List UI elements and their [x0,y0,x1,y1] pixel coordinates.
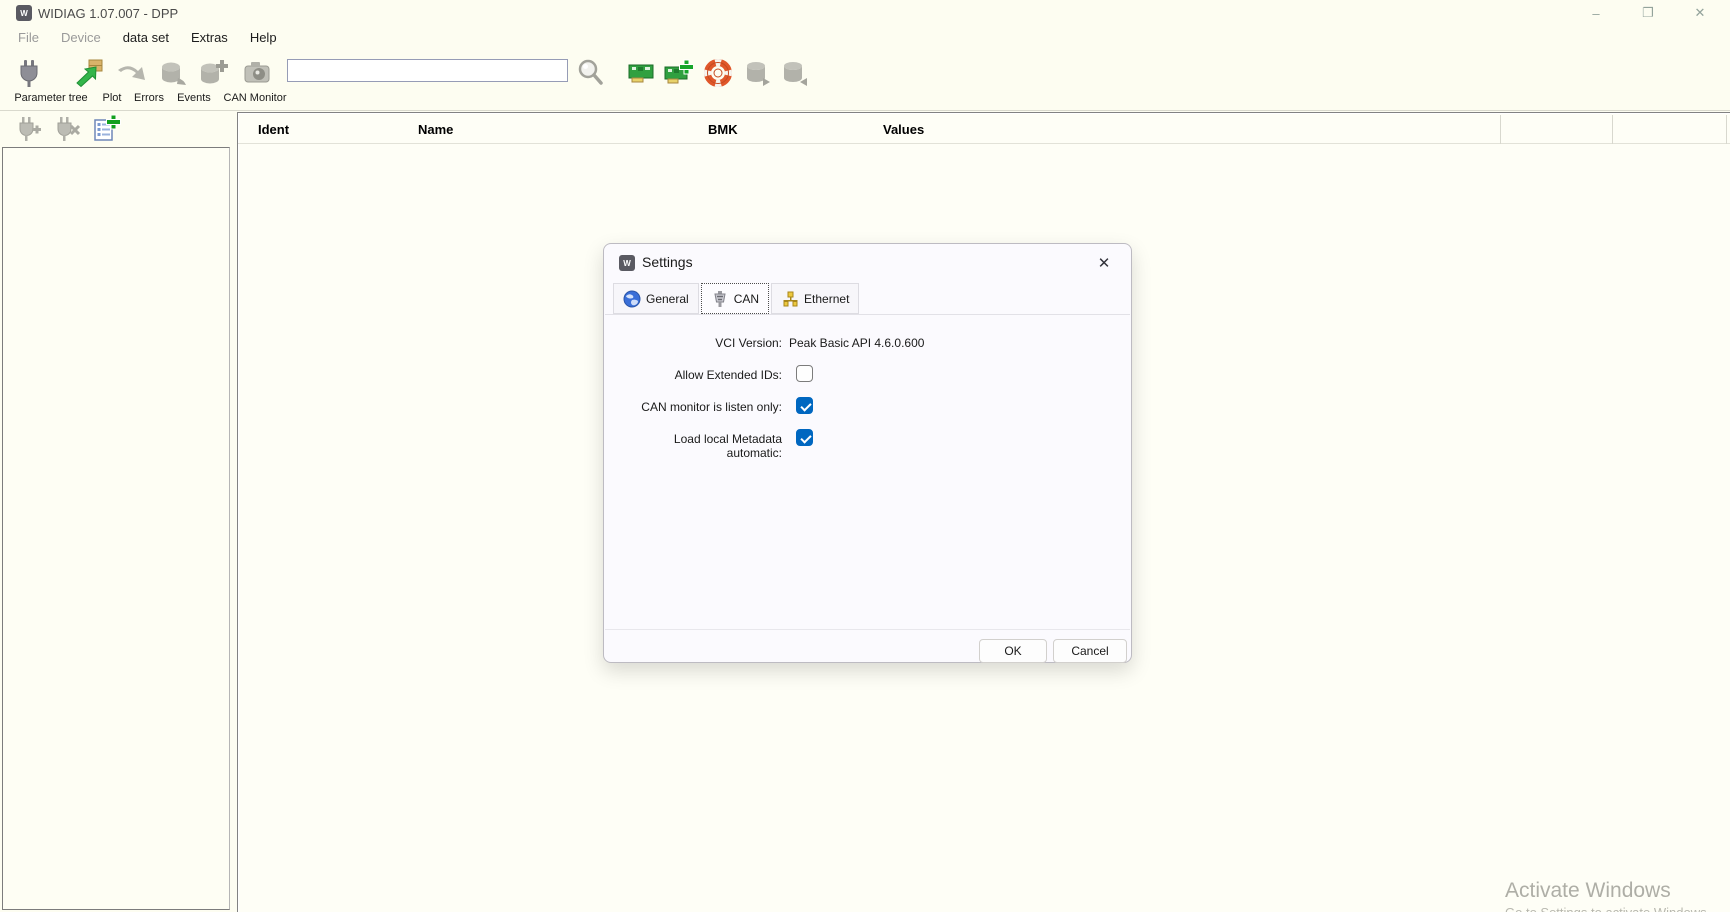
dialog-close-icon[interactable]: ✕ [1091,250,1117,276]
settings-tab-strip: General CAN Ethernet [613,283,861,314]
column-divider [1500,115,1501,144]
events-icon [156,56,190,90]
restore-button[interactable]: ❐ [1622,0,1674,26]
window-title: WIDIAG 1.07.007 - DPP [38,6,178,21]
ethernet-icon [781,290,799,308]
column-divider [1612,115,1613,144]
errors-icon [112,56,146,90]
dialog-footer-divider [605,629,1130,630]
menu-device[interactable]: Device [50,26,112,49]
can-listen-only-label: CAN monitor is listen only: [624,400,782,414]
menu-file[interactable]: File [7,26,50,49]
globe-icon [623,290,641,308]
ok-button[interactable]: OK [979,639,1047,663]
read-dataset-icon [743,58,773,88]
minimize-button[interactable]: – [1570,0,1622,26]
help-lifebuoy-icon[interactable] [703,58,733,88]
menu-bar: File Device data set Extras Help [7,26,288,49]
column-header-ident[interactable]: Ident [258,122,289,137]
add-events-icon [196,56,230,90]
parameter-tree-panel[interactable] [2,147,230,910]
settings-dialog-title: Settings [642,254,693,270]
column-header-bmk[interactable]: BMK [708,122,738,137]
add-network-card-icon[interactable] [663,58,693,88]
load-metadata-label: Load local Metadata automatic: [624,432,782,460]
tab-strip-divider [605,314,1130,315]
activate-windows-subtext: Go to Settings to activate Windows [1505,905,1707,912]
add-view-icon[interactable] [92,114,122,144]
connect-device-icon [13,114,43,144]
menu-help[interactable]: Help [239,26,288,49]
can-connector-icon [711,290,729,308]
column-header-name[interactable]: Name [418,122,453,137]
vci-version-label: VCI Version: [624,336,782,350]
toolbar-label-plot[interactable]: Plot [103,92,122,104]
allow-extended-ids-label: Allow Extended IDs: [624,368,782,382]
plot-arrow-icon[interactable] [72,56,106,90]
can-monitor-camera-icon [240,56,274,90]
toolbar-label-events: Events [177,92,211,104]
toolbar-label-can-monitor: CAN Monitor [224,92,287,104]
tab-ethernet-label: Ethernet [804,292,849,306]
settings-dialog: W Settings ✕ General CAN [603,243,1132,663]
plug-icon[interactable] [12,56,46,90]
search-icon[interactable] [576,58,606,88]
can-listen-only-checkbox[interactable] [796,397,813,414]
allow-extended-ids-checkbox[interactable] [796,365,813,382]
settings-dialog-icon: W [619,255,635,271]
load-metadata-checkbox[interactable] [796,429,813,446]
column-divider [1726,115,1727,144]
tab-can-label: CAN [734,292,759,306]
tab-ethernet[interactable]: Ethernet [771,283,859,314]
tab-general[interactable]: General [613,283,699,314]
main-toolbar: Parameter tree Plot Errors Events CAN Mo… [0,50,1730,111]
tab-can[interactable]: CAN [701,283,769,314]
network-card-icon[interactable] [626,58,656,88]
title-bar: W WIDIAG 1.07.007 - DPP – ❐ ✕ [0,0,1730,26]
tab-general-label: General [646,292,689,306]
cancel-button[interactable]: Cancel [1053,639,1127,663]
app-icon: W [16,5,32,21]
toolbar-label-errors: Errors [134,92,164,104]
window-controls: – ❐ ✕ [1570,0,1726,26]
write-dataset-icon [780,58,810,88]
activate-windows-watermark: Activate Windows [1505,879,1671,903]
table-header-row: Ident Name BMK Values [238,115,1730,144]
close-button[interactable]: ✕ [1674,0,1726,26]
menu-extras[interactable]: Extras [180,26,239,49]
menu-data-set[interactable]: data set [112,26,180,49]
disconnect-device-icon [51,114,81,144]
column-header-values[interactable]: Values [883,122,924,137]
vci-version-value: Peak Basic API 4.6.0.600 [789,336,924,350]
toolbar-label-parameter-tree[interactable]: Parameter tree [14,92,87,104]
search-input[interactable] [287,59,568,82]
